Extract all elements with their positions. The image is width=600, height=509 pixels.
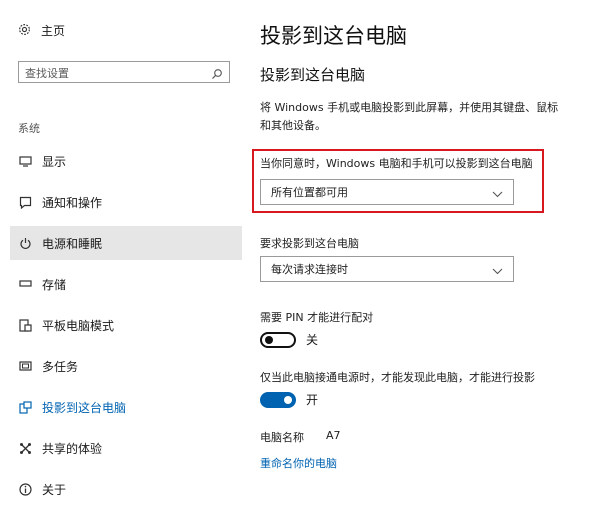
gear-icon — [18, 23, 31, 39]
home-label: 主页 — [41, 24, 66, 38]
sidebar-item-label: 共享的体验 — [42, 441, 103, 456]
main-content: 投影到这台电脑 投影到这台电脑 将 Windows 手机或电脑投影到此屏幕，并使… — [260, 0, 600, 509]
require-pin-label: 需要 PIN 才能进行配对 — [260, 311, 374, 324]
storage-icon — [18, 277, 32, 291]
page-title: 投影到这台电脑 — [260, 24, 407, 48]
sidebar-item-power-sleep[interactable]: 电源和睡眠 — [10, 226, 242, 260]
sidebar-item-tablet-mode[interactable]: 平板电脑模式 — [10, 308, 242, 342]
sidebar-item-display[interactable]: 显示 — [10, 144, 242, 178]
sidebar-item-label: 投影到这台电脑 — [42, 400, 127, 415]
require-pin-toggle-row: 关 — [260, 331, 318, 348]
sidebar-item-notifications[interactable]: 通知和操作 — [10, 185, 242, 219]
section-label-system: 系统 — [18, 122, 40, 135]
tablet-mode-icon — [18, 318, 32, 332]
chevron-down-icon — [492, 265, 503, 278]
ask-to-project-value: 每次请求连接时 — [271, 263, 348, 276]
description-text: 将 Windows 手机或电脑投影到此屏幕，并使用其键盘、鼠标和其他设备。 — [260, 101, 559, 132]
sidebar-item-label: 电源和睡眠 — [42, 236, 103, 251]
sidebar-item-multitasking[interactable]: 多任务 — [10, 349, 242, 383]
info-icon — [18, 482, 32, 496]
sidebar-item-project-to-pc[interactable]: 投影到这台电脑 — [10, 390, 242, 424]
sidebar-item-label: 存储 — [42, 277, 67, 292]
home-nav-item[interactable]: 主页 — [18, 22, 65, 39]
sidebar-item-label: 通知和操作 — [42, 195, 103, 210]
sidebar-item-label: 多任务 — [42, 359, 79, 374]
section-title: 投影到这台电脑 — [260, 66, 366, 84]
power-only-state: 开 — [306, 393, 319, 407]
ask-to-project-label: 要求投影到这台电脑 — [260, 237, 359, 250]
highlight-box — [252, 149, 544, 213]
search-box[interactable] — [18, 61, 230, 84]
ask-to-project-dropdown[interactable]: 每次请求连接时 — [260, 256, 514, 282]
power-only-label: 仅当此电脑接通电源时，才能发现此电脑，才能进行投影 — [260, 371, 535, 384]
rename-pc-link[interactable]: 重命名你的电脑 — [260, 455, 337, 471]
multitask-icon — [18, 359, 32, 373]
pc-name-label: 电脑名称 — [260, 431, 304, 444]
monitor-icon — [18, 154, 32, 168]
toggle-knob — [265, 335, 273, 344]
pc-name-value: A7 — [326, 429, 341, 442]
sidebar-item-label: 平板电脑模式 — [42, 318, 115, 333]
toggle-knob — [284, 395, 292, 404]
search-icon[interactable] — [211, 65, 223, 84]
power-only-toggle[interactable] — [260, 391, 296, 408]
shared-experience-icon — [18, 441, 32, 455]
power-only-toggle-row: 开 — [260, 391, 318, 408]
sidebar-item-shared-experiences[interactable]: 共享的体验 — [10, 431, 242, 465]
notification-icon — [18, 195, 32, 209]
sidebar-item-label: 显示 — [42, 154, 67, 169]
sidebar-item-about[interactable]: 关于 — [10, 472, 242, 506]
require-pin-state: 关 — [306, 333, 319, 347]
project-icon — [18, 400, 32, 414]
power-icon — [18, 236, 32, 250]
pc-name-row: 电脑名称 A7 — [260, 429, 341, 445]
require-pin-toggle[interactable] — [260, 331, 296, 348]
search-input[interactable] — [19, 63, 211, 84]
sidebar-item-storage[interactable]: 存储 — [10, 267, 242, 301]
sidebar: 主页 系统 显示 通知和操作 电源和睡眠 存储 平板电脑模式 多任务 投影到这台… — [0, 0, 245, 509]
sidebar-item-label: 关于 — [42, 482, 67, 497]
